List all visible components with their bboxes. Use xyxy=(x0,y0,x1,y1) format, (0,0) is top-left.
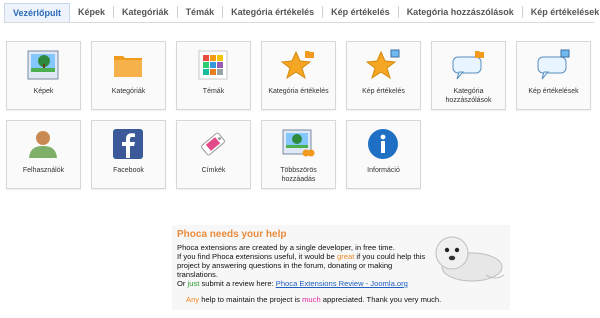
tile-kepek[interactable]: Képek xyxy=(6,41,81,110)
tile-label: Kategória hozzászólások xyxy=(445,88,492,104)
help-p3-c: submit a review here: xyxy=(199,279,276,288)
review-link[interactable]: Phoca Extensions Review - Joomla.org xyxy=(276,279,408,288)
tile-label: Képek xyxy=(33,88,54,95)
help-paragraph-3: Or just submit a review here: Phoca Exte… xyxy=(177,279,435,288)
help-title: Phoca needs your help xyxy=(177,229,287,240)
tile-label: Címkék xyxy=(201,167,226,174)
tile-kep-ertekelesek[interactable]: Kép értékelések xyxy=(516,41,591,110)
comment-image-icon xyxy=(537,49,570,80)
info-icon xyxy=(368,129,398,159)
tile-label: Többszörös hozzáadás xyxy=(280,167,317,183)
help-paragraph-2: If you find Phoca extensions useful, it … xyxy=(177,252,435,279)
tile-label: Facebook xyxy=(113,167,144,174)
multiple-add-icon xyxy=(282,129,315,157)
star-image-icon xyxy=(366,49,400,80)
tile-facebook[interactable]: Facebook xyxy=(91,120,166,189)
comment-folder-icon xyxy=(452,51,484,80)
tile-felhasznalok[interactable]: Felhasználók xyxy=(6,120,81,189)
tab-kategoria-hozzaszolasok[interactable]: Kategória hozzászólások xyxy=(399,6,523,18)
help-p2-a: If you find Phoca extensions useful, it … xyxy=(177,252,337,261)
help-f4: appreciated. Thank you very much. xyxy=(320,295,442,304)
tile-kategoriak[interactable]: Kategóriák xyxy=(91,41,166,110)
facebook-icon xyxy=(113,129,143,159)
help-p3-just: just xyxy=(187,279,200,288)
tag-icon xyxy=(201,132,225,156)
tab-temak[interactable]: Témák xyxy=(178,6,224,18)
tile-label: Kép értékelések xyxy=(528,88,579,95)
theme-icon xyxy=(198,50,228,80)
image-icon xyxy=(27,50,59,80)
help-paragraph-1: Phoca extensions are created by a single… xyxy=(177,243,395,252)
seal-mascot-icon xyxy=(435,236,505,282)
tab-kategoria-ertekeles[interactable]: Kategória értékelés xyxy=(223,6,324,18)
help-p3-a: Or xyxy=(177,279,188,288)
tab-bar: Vezérlőpult Képek Kategóriák Témák Kateg… xyxy=(4,2,599,23)
tile-label: Kép értékelés xyxy=(362,88,405,95)
tab-kategoriak[interactable]: Kategóriák xyxy=(114,6,178,18)
tile-label: Kategória értékelés xyxy=(268,88,329,95)
star-folder-icon xyxy=(281,50,314,80)
tab-kep-ertekeles[interactable]: Kép értékelés xyxy=(323,6,399,18)
folder-icon xyxy=(114,56,142,77)
help-f2: help to maintain the project is xyxy=(199,295,303,304)
tile-informacio[interactable]: Információ xyxy=(346,120,421,189)
tile-label: Témák xyxy=(202,88,225,95)
tile-tobbszoros-hozzaadas[interactable]: Többszörös hozzáadás xyxy=(261,120,336,189)
tile-kategoria-hozzaszolasok[interactable]: Kategória hozzászólások xyxy=(431,41,506,110)
tab-kep-ertekelesek[interactable]: Kép értékelések xyxy=(523,6,600,18)
help-box: Phoca needs your help Phoca extensions a… xyxy=(172,225,510,310)
help-f1: Any xyxy=(186,295,200,304)
help-footer: Any help to maintain the project is much… xyxy=(186,295,441,304)
help-f3: much xyxy=(302,295,321,304)
help-text: Phoca extensions are created by a single… xyxy=(177,243,435,288)
tile-kategoria-ertekeles[interactable]: Kategória értékelés xyxy=(261,41,336,110)
tile-label: Információ xyxy=(367,167,400,174)
tile-cimkek[interactable]: Címkék xyxy=(176,120,251,189)
tab-kepek[interactable]: Képek xyxy=(70,6,115,18)
help-p2-great: great xyxy=(337,252,355,261)
tile-label: Kategóriák xyxy=(111,88,146,95)
tile-temak[interactable]: Témák xyxy=(176,41,251,110)
tab-vezerlopult[interactable]: Vezérlőpult xyxy=(4,2,71,22)
user-icon xyxy=(29,131,57,158)
tile-label: Felhasználók xyxy=(22,167,65,174)
tile-kep-ertekeles[interactable]: Kép értékelés xyxy=(346,41,421,110)
